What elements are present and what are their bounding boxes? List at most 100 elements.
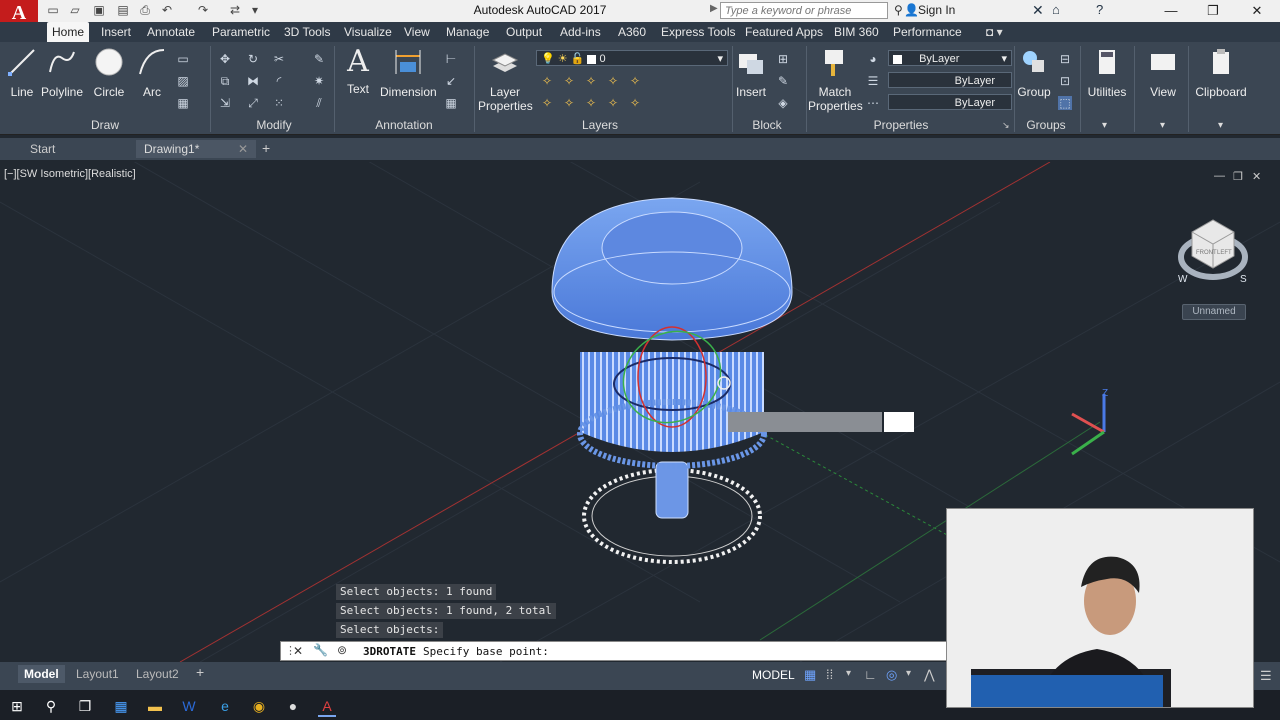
- new-icon[interactable]: ▭: [46, 3, 60, 17]
- chevron-down-icon[interactable]: ▾: [1102, 120, 1107, 131]
- viewport-minimize-icon[interactable]: —: [1214, 170, 1225, 182]
- close-icon[interactable]: ✕: [293, 644, 303, 658]
- edit-attributes-icon[interactable]: ◈: [776, 96, 790, 110]
- dialog-launcher-icon[interactable]: ↘: [1002, 120, 1010, 131]
- save-icon[interactable]: ▣: [92, 3, 106, 17]
- polyline-button[interactable]: Polyline: [40, 46, 84, 99]
- tab-insert[interactable]: Insert: [96, 22, 136, 42]
- tab-layout1[interactable]: Layout1: [70, 665, 125, 683]
- group-button[interactable]: Group: [1016, 46, 1052, 99]
- array-icon[interactable]: ⁙: [272, 96, 286, 110]
- ungroup-icon[interactable]: ⊟: [1058, 52, 1072, 66]
- file-explorer-icon[interactable]: ▬: [146, 697, 164, 715]
- erase-icon[interactable]: ✎: [312, 52, 326, 66]
- line-button[interactable]: Line: [6, 46, 38, 99]
- wrench-icon[interactable]: 🔧: [313, 643, 328, 657]
- hatch-icon[interactable]: ▨: [176, 74, 190, 88]
- customize-qat-icon[interactable]: ▾: [248, 3, 262, 17]
- a360-icon[interactable]: ⌂: [1052, 2, 1060, 17]
- offset-icon[interactable]: ⫽: [312, 96, 326, 110]
- layer-lock-icon[interactable]: ✧: [606, 74, 620, 88]
- match-properties-button[interactable]: Match Properties: [808, 46, 863, 113]
- rotate-icon[interactable]: ↻: [246, 52, 260, 66]
- search-icon[interactable]: ⚲: [42, 697, 60, 715]
- lineweight-icon[interactable]: ☰: [866, 74, 880, 88]
- chevron-down-icon[interactable]: ▾: [1218, 120, 1223, 131]
- fillet-icon[interactable]: ◜: [272, 74, 286, 88]
- chevron-down-icon[interactable]: ▾: [1160, 120, 1165, 131]
- trim-icon[interactable]: ✂: [272, 52, 286, 66]
- close-icon[interactable]: ✕: [1242, 2, 1272, 20]
- grid-icon[interactable]: ▦: [804, 667, 816, 683]
- mirror-icon[interactable]: ⧓: [246, 74, 260, 88]
- utilities-button[interactable]: Utilities: [1084, 46, 1130, 99]
- linetype-dropdown[interactable]: ByLayer: [888, 94, 1012, 110]
- viewport-restore-icon[interactable]: ❐: [1233, 170, 1243, 183]
- move-icon[interactable]: ✥: [218, 52, 232, 66]
- ucs-menu-button[interactable]: Unnamed: [1182, 304, 1246, 320]
- color-wheel-icon[interactable]: ◕: [866, 52, 880, 66]
- layer-match-icon[interactable]: ✧: [628, 74, 642, 88]
- layer-properties-button[interactable]: Layer Properties: [478, 46, 533, 113]
- maximize-icon[interactable]: ❐: [1198, 2, 1228, 20]
- command-icon[interactable]: ⊚: [337, 643, 347, 657]
- layer-unlock-icon[interactable]: ✧: [606, 96, 620, 110]
- tab-a360[interactable]: A360: [613, 22, 651, 42]
- model-space-button[interactable]: MODEL: [752, 668, 795, 682]
- calculator-app-icon[interactable]: ▦: [112, 697, 130, 715]
- copy-icon[interactable]: ⧉: [218, 74, 232, 88]
- tab-manage[interactable]: Manage: [441, 22, 494, 42]
- add-layout-icon[interactable]: +: [196, 664, 204, 680]
- layer-unisolate-icon[interactable]: ✧: [562, 96, 576, 110]
- circle-button[interactable]: Circle: [92, 46, 126, 99]
- ortho-icon[interactable]: ∟: [864, 667, 877, 682]
- layer-on-icon[interactable]: ✧: [540, 96, 554, 110]
- chevron-down-icon[interactable]: ▾: [906, 668, 911, 679]
- create-block-icon[interactable]: ⊞: [776, 52, 790, 66]
- undo-icon[interactable]: ↶: [160, 3, 174, 17]
- linear-icon[interactable]: ⊢: [444, 52, 458, 66]
- groups-group-label[interactable]: Groups: [1016, 118, 1076, 132]
- minimize-icon[interactable]: —: [1156, 2, 1186, 20]
- rectangle-icon[interactable]: ▭: [176, 52, 190, 66]
- tab-3d-tools[interactable]: 3D Tools: [279, 22, 335, 42]
- save-as-icon[interactable]: ▤: [116, 3, 130, 17]
- tab-home[interactable]: Home: [47, 22, 90, 42]
- customize-status-icon[interactable]: ☰: [1260, 668, 1272, 684]
- help-search-input[interactable]: Type a keyword or phrase: [720, 2, 888, 19]
- chrome-icon[interactable]: ◉: [250, 697, 268, 715]
- open-icon[interactable]: ▱: [68, 3, 82, 17]
- table-icon[interactable]: ▦: [444, 96, 458, 110]
- layer-freeze-icon[interactable]: ✧: [584, 74, 598, 88]
- explode-icon[interactable]: ✷: [312, 74, 326, 88]
- word-icon[interactable]: W: [180, 697, 198, 715]
- redo-icon[interactable]: ↷: [196, 3, 210, 17]
- sign-in-button[interactable]: Sign In: [918, 3, 955, 17]
- tab-performance[interactable]: Performance: [888, 22, 967, 42]
- edge-icon[interactable]: e: [216, 697, 234, 715]
- tab-visualize[interactable]: Visualize: [339, 22, 397, 42]
- leader-icon[interactable]: ↙: [444, 74, 458, 88]
- layer-isolate-icon[interactable]: ✧: [562, 74, 576, 88]
- tab-featured-apps[interactable]: Featured Apps: [740, 22, 828, 42]
- snap-icon[interactable]: ⁞⁞: [826, 667, 833, 682]
- layer-off-icon[interactable]: ✧: [540, 74, 554, 88]
- tab-parametric[interactable]: Parametric: [207, 22, 275, 42]
- command-line[interactable]: ⋮ ✕ 🔧 ⊚ 3DROTATE Specify base point:: [280, 641, 950, 661]
- edit-block-icon[interactable]: ✎: [776, 74, 790, 88]
- dynamic-input-field[interactable]: [728, 412, 882, 432]
- tab-output[interactable]: Output: [501, 22, 547, 42]
- color-dropdown[interactable]: ByLayer ▾: [888, 50, 1012, 66]
- viewport-controls-label[interactable]: [−][SW Isometric][Realistic]: [4, 168, 136, 180]
- obs-icon[interactable]: ●: [284, 697, 302, 715]
- tab-drawing1[interactable]: Drawing1* ✕: [136, 140, 256, 158]
- layer-thaw-icon[interactable]: ✧: [584, 96, 598, 110]
- block-group-label[interactable]: Block: [742, 118, 792, 132]
- tab-view[interactable]: View: [399, 22, 435, 42]
- chevron-down-icon[interactable]: ▾: [846, 668, 851, 679]
- chevron-right-icon[interactable]: ▶: [710, 3, 718, 14]
- annotation-group-label[interactable]: Annotation: [366, 118, 442, 132]
- isodraft-icon[interactable]: ⋀: [924, 667, 935, 683]
- binoculars-icon[interactable]: ⚲: [894, 3, 903, 17]
- tab-model[interactable]: Model: [18, 665, 65, 683]
